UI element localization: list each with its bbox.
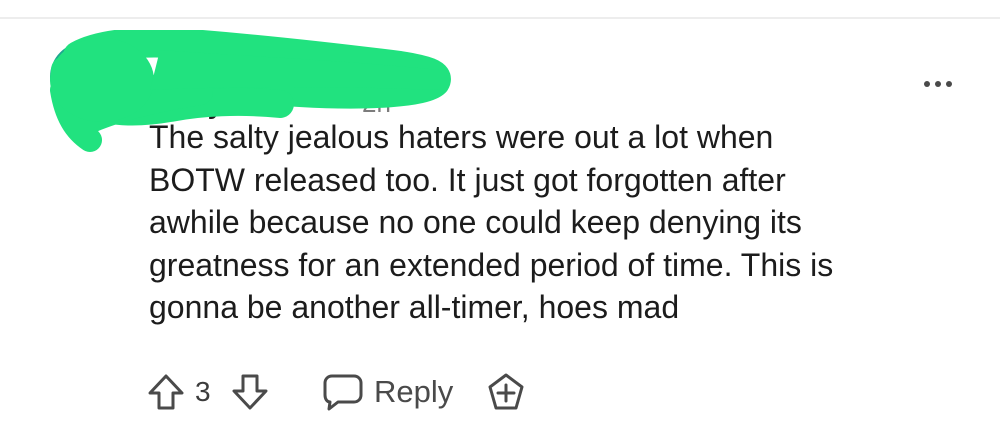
top-divider xyxy=(0,17,1000,19)
comment-line: greatness for an extended period of time… xyxy=(149,246,834,283)
comment-line: gonna be another all-timer, hoes mad xyxy=(149,289,680,325)
speech-bubble-icon xyxy=(323,374,363,411)
downvote-arrow-icon[interactable] xyxy=(230,372,270,412)
award-plus-icon[interactable] xyxy=(486,372,526,412)
comment-body: The salty jealous haters were out a lot … xyxy=(149,116,949,329)
more-options-dot xyxy=(946,81,952,87)
vote-count: 3 xyxy=(195,376,211,407)
comment-line: awhile because no one could keep denying… xyxy=(149,204,802,240)
more-options-dot xyxy=(935,81,941,87)
upvote-arrow-icon[interactable] xyxy=(146,372,186,412)
comment-line: BOTW released too. It just got forgotten… xyxy=(149,161,786,198)
reply-label: Reply xyxy=(374,374,454,409)
reply-button[interactable]: Reply xyxy=(322,370,453,414)
comment-action-bar: 3 Reply xyxy=(146,370,566,414)
comment-line: The salty jealous haters were out a lot … xyxy=(149,119,774,155)
more-options-icon xyxy=(924,81,930,87)
more-options-button[interactable] xyxy=(916,72,960,96)
